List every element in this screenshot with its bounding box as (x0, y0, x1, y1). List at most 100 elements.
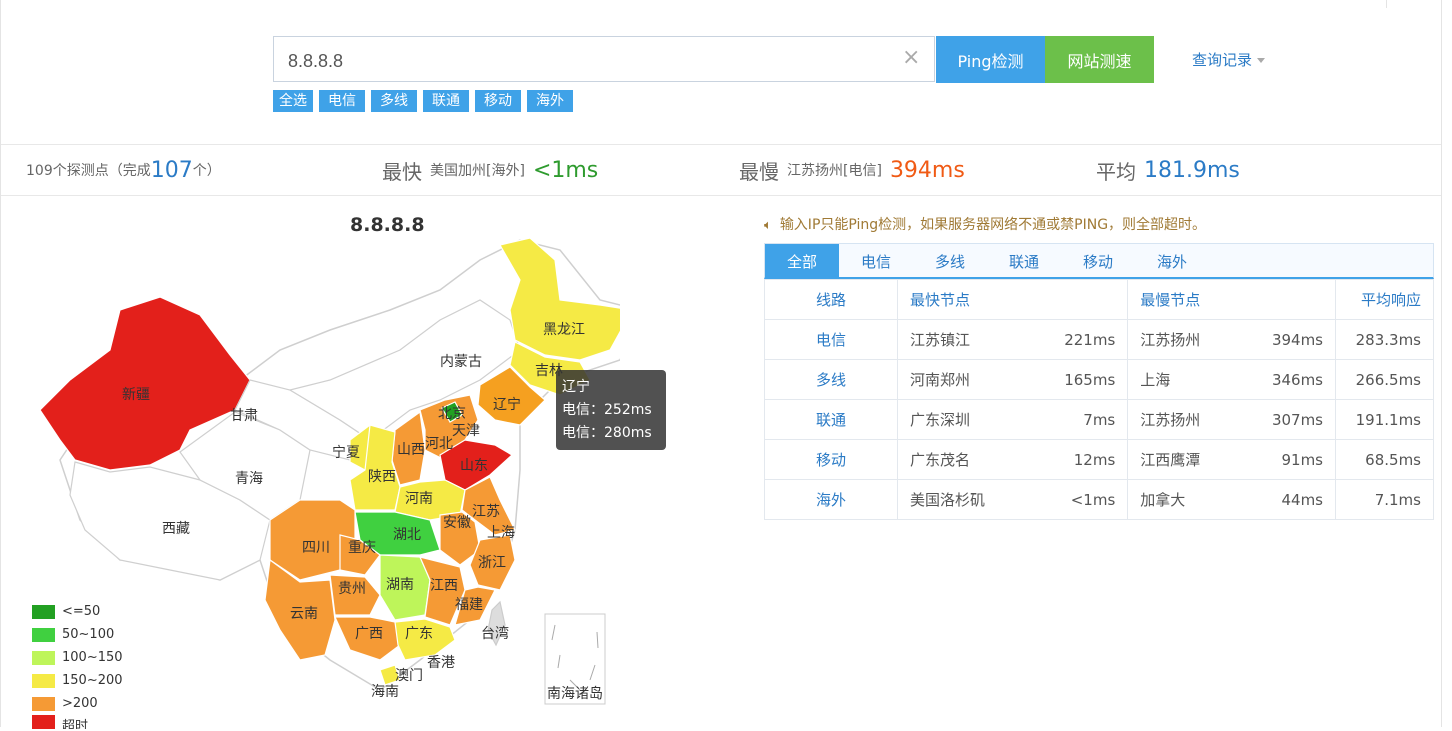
row-slow-node: 江西鹰潭 (1127, 439, 1239, 480)
row-fast-node: 江苏镇江 (896, 319, 1031, 360)
table-row: 电信 江苏镇江 221ms 江苏扬州 394ms 283.3ms (764, 319, 1434, 360)
row-slow-ms: 346ms (1238, 359, 1337, 400)
legend-label: 超时 (62, 719, 89, 729)
legend-label: 50~100 (62, 627, 115, 642)
label-neimenggu: 内蒙古 (440, 353, 482, 369)
label-liaoning: 辽宁 (493, 396, 521, 412)
header-fast: 最快节点 (896, 279, 1128, 320)
row-fast-ms: 221ms (1030, 319, 1129, 360)
label-xianggang: 香港 (427, 654, 455, 670)
row-slow-node: 加拿大 (1127, 479, 1239, 520)
label-jiangsu: 江苏 (472, 503, 500, 519)
label-hainan: 海南 (371, 683, 399, 699)
speed-test-button[interactable]: 网站测速 (1045, 36, 1154, 83)
label-anhui: 安徽 (443, 514, 471, 530)
label-zhejiang: 浙江 (478, 554, 506, 570)
slowest-value: 394ms (889, 157, 965, 183)
line-tabs: 全部 电信 多线 联通 移动 海外 (764, 243, 1434, 279)
filter-telecom[interactable]: 电信 (319, 90, 365, 112)
label-hebei: 河北 (425, 435, 453, 451)
label-shanxi: 山西 (397, 441, 425, 457)
label-yunnan: 云南 (290, 605, 318, 621)
speaker-icon: 🔈︎ (764, 218, 772, 233)
row-fast-ms: <1ms (1030, 479, 1129, 520)
stats-bar: 109个探测点（完成 107 个） 最快 美国加州[海外] <1ms 最慢 江苏扬州[电信… (1, 144, 1441, 196)
label-heilongjiang: 黑龙江 (543, 321, 585, 337)
table-row: 多线 河南郑州 165ms 上海 346ms 266.5ms (764, 359, 1434, 400)
tooltip-line2: 电信：280ms (562, 425, 652, 441)
legend-label: 100~150 (62, 650, 123, 665)
legend-item[interactable]: 100~150 (32, 646, 123, 669)
label-shandong: 山东 (460, 457, 488, 473)
label-fujian: 福建 (455, 596, 483, 612)
label-tianjin: 天津 (452, 422, 480, 438)
label-chongqing: 重庆 (348, 539, 376, 555)
filter-mobile[interactable]: 移动 (475, 90, 521, 112)
slowest-label: 最慢 (739, 159, 779, 184)
tab-all[interactable]: 全部 (765, 244, 839, 278)
filter-overseas[interactable]: 海外 (527, 90, 573, 112)
clear-icon[interactable]: × (902, 44, 920, 72)
legend-item[interactable]: <=50 (32, 600, 123, 623)
slowest-stat: 最慢 江苏扬州[电信] 394ms (739, 145, 965, 195)
search-input[interactable] (286, 46, 890, 76)
label-shaanxi: 陕西 (368, 468, 396, 484)
row-line: 海外 (764, 479, 898, 520)
label-henan: 河南 (405, 490, 433, 506)
label-sichuan: 四川 (302, 539, 330, 555)
label-gansu: 甘肃 (230, 407, 258, 423)
search-box[interactable] (273, 36, 935, 82)
filter-all[interactable]: 全选 (273, 90, 313, 112)
fastest-location: 美国加州[海外] (430, 163, 525, 179)
tab-overseas[interactable]: 海外 (1135, 244, 1209, 278)
results-panel: 全部 电信 多线 联通 移动 海外 线路 最快节点 最慢节点 平均响应 电信 江… (764, 243, 1434, 520)
tab-unicom[interactable]: 联通 (987, 244, 1061, 278)
ping-button[interactable]: Ping检测 (936, 36, 1045, 83)
header-avg: 平均响应 (1335, 279, 1434, 320)
label-guangxi: 广西 (355, 625, 383, 641)
legend-item[interactable]: 50~100 (32, 623, 123, 646)
label-hunan: 湖南 (386, 576, 414, 592)
filter-multiline[interactable]: 多线 (371, 90, 417, 112)
legend-item[interactable]: 超时 (32, 715, 123, 729)
tooltip-province: 辽宁 (562, 379, 590, 395)
row-fast-node: 广东深圳 (896, 399, 1031, 440)
label-beijing: 北京 (438, 405, 466, 421)
tab-mobile[interactable]: 移动 (1061, 244, 1135, 278)
row-fast-node: 河南郑州 (896, 359, 1031, 400)
label-xinjiang: 新疆 (122, 386, 150, 402)
tooltip-line1: 电信：252ms (562, 402, 652, 418)
fastest-stat: 最快 美国加州[海外] <1ms (382, 145, 598, 195)
legend-swatch (32, 604, 55, 619)
legend-swatch (32, 650, 55, 665)
row-line: 多线 (764, 359, 898, 400)
label-aomen: 澳门 (395, 667, 423, 683)
query-history-dropdown[interactable]: 查询记录 (1192, 49, 1266, 70)
legend-swatch (32, 715, 55, 729)
chevron-down-icon (1257, 58, 1266, 63)
label-jiangxi: 江西 (430, 577, 458, 593)
row-slow-node: 上海 (1127, 359, 1239, 400)
filter-tags: 全选 电信 多线 联通 移动 海外 (273, 90, 573, 112)
filter-unicom[interactable]: 联通 (423, 90, 469, 112)
row-slow-ms: 91ms (1238, 439, 1337, 480)
row-slow-ms: 44ms (1238, 479, 1337, 520)
row-avg: 7.1ms (1335, 479, 1434, 520)
label-nanhai: 南海诸岛 (547, 685, 603, 701)
legend-label: <=50 (62, 604, 101, 619)
row-fast-ms: 165ms (1030, 359, 1129, 400)
notice: 🔈︎ 输入IP只能Ping检测，如果服务器网络不通或禁PING，则全部超时。 (764, 214, 1206, 234)
row-avg: 283.3ms (1335, 319, 1434, 360)
tab-telecom[interactable]: 电信 (839, 244, 913, 278)
query-history-label: 查询记录 (1192, 51, 1253, 69)
table-row: 移动 广东茂名 12ms 江西鹰潭 91ms 68.5ms (764, 439, 1434, 480)
slowest-location: 江苏扬州[电信] (787, 163, 882, 179)
row-fast-ms: 7ms (1030, 399, 1129, 440)
row-slow-node: 江苏扬州 (1127, 399, 1239, 440)
legend-item[interactable]: >200 (32, 692, 123, 715)
row-fast-node: 美国洛杉矶 (896, 479, 1031, 520)
label-guangdong: 广东 (405, 625, 433, 641)
legend-item[interactable]: 150~200 (32, 669, 123, 692)
tab-multiline[interactable]: 多线 (913, 244, 987, 278)
row-fast-node: 广东茂名 (896, 439, 1031, 480)
